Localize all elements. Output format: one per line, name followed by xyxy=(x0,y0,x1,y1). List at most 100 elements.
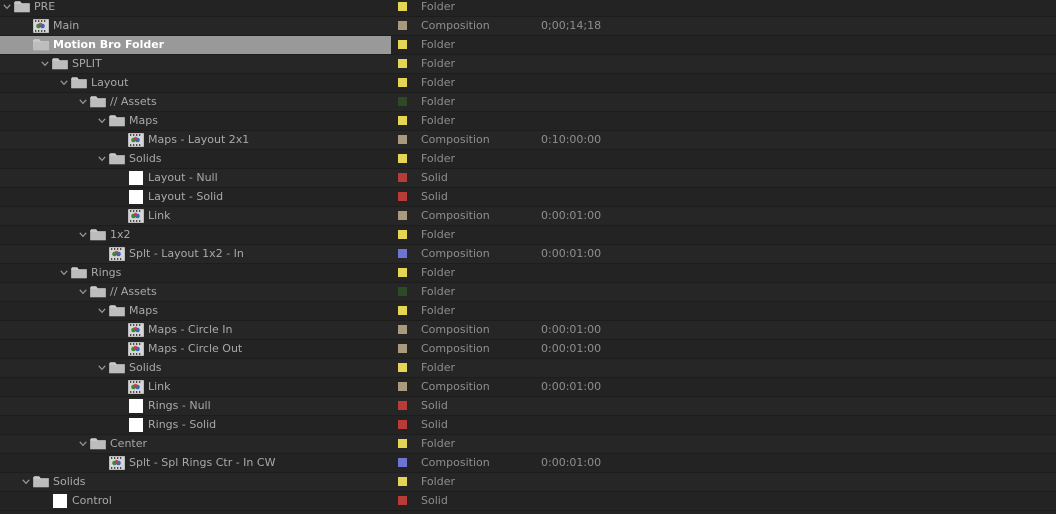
item-name: Layout - Solid xyxy=(148,190,224,203)
label-color-swatch[interactable] xyxy=(398,363,407,372)
project-item-row[interactable]: Solids Folder xyxy=(0,150,1056,169)
label-color-swatch[interactable] xyxy=(398,154,407,163)
chevron-down-icon[interactable] xyxy=(1,0,13,14)
label-color-swatch[interactable] xyxy=(398,40,407,49)
label-color-swatch[interactable] xyxy=(398,306,407,315)
item-type: Composition xyxy=(421,456,490,469)
chevron-down-icon[interactable] xyxy=(77,285,89,299)
label-color-swatch[interactable] xyxy=(398,2,407,11)
name-cell[interactable] xyxy=(0,150,391,168)
chevron-down-icon[interactable] xyxy=(58,266,70,280)
item-duration: 0:00:01:00 xyxy=(541,323,602,336)
project-item-row[interactable]: Maps - Circle Out Composition 0:00:01:00 xyxy=(0,340,1056,359)
project-item-row[interactable]: Link Composition 0:00:01:00 xyxy=(0,378,1056,397)
folder-icon xyxy=(109,114,125,128)
label-color-swatch[interactable] xyxy=(398,268,407,277)
project-item-row[interactable]: Maps Folder xyxy=(0,302,1056,321)
project-item-row[interactable]: Maps - Circle In Composition 0:00:01:00 xyxy=(0,321,1056,340)
label-color-swatch[interactable] xyxy=(398,78,407,87)
project-item-row[interactable]: Maps - Layout 2x1 Composition 0:10:00:00 xyxy=(0,131,1056,150)
project-item-row[interactable]: Solids Folder xyxy=(0,473,1056,492)
label-color-swatch[interactable] xyxy=(398,496,407,505)
project-item-row[interactable]: Maps Folder xyxy=(0,112,1056,131)
label-color-swatch[interactable] xyxy=(398,135,407,144)
label-color-swatch[interactable] xyxy=(398,173,407,182)
item-duration: 0:10:00:00 xyxy=(541,133,602,146)
label-color-swatch[interactable] xyxy=(398,420,407,429)
item-type: Folder xyxy=(421,266,455,279)
name-cell[interactable] xyxy=(0,93,391,111)
solid-icon xyxy=(129,190,143,204)
folder-icon xyxy=(71,266,87,280)
label-color-swatch[interactable] xyxy=(398,116,407,125)
project-item-row[interactable]: Rings - Null Solid xyxy=(0,397,1056,416)
name-cell[interactable] xyxy=(0,378,391,396)
chevron-down-icon[interactable] xyxy=(77,437,89,451)
chevron-down-icon[interactable] xyxy=(96,114,108,128)
project-item-row[interactable]: Link Composition 0:00:01:00 xyxy=(0,207,1056,226)
chevron-down-icon[interactable] xyxy=(77,95,89,109)
label-color-swatch[interactable] xyxy=(398,458,407,467)
chevron-down-icon[interactable] xyxy=(39,57,51,71)
name-cell[interactable] xyxy=(0,207,391,225)
project-item-row[interactable]: Control Solid xyxy=(0,492,1056,511)
label-color-swatch[interactable] xyxy=(398,344,407,353)
label-color-swatch[interactable] xyxy=(398,211,407,220)
item-name: Link xyxy=(148,209,171,222)
composition-icon xyxy=(33,19,49,33)
chevron-down-icon[interactable] xyxy=(20,38,32,52)
name-cell[interactable] xyxy=(0,302,391,320)
project-item-row[interactable]: Motion Bro Folder Folder xyxy=(0,36,1056,55)
project-item-row[interactable]: Layout - Null Solid xyxy=(0,169,1056,188)
item-name: Link xyxy=(148,380,171,393)
name-cell[interactable] xyxy=(0,0,391,16)
item-name: Splt - Spl Rings Ctr - In CW xyxy=(129,456,276,469)
label-color-swatch[interactable] xyxy=(398,325,407,334)
label-color-swatch[interactable] xyxy=(398,249,407,258)
label-color-swatch[interactable] xyxy=(398,439,407,448)
item-name: Maps - Circle In xyxy=(148,323,233,336)
chevron-down-icon[interactable] xyxy=(96,304,108,318)
project-item-row[interactable]: Layout - Solid Solid xyxy=(0,188,1056,207)
folder-icon xyxy=(90,437,106,451)
item-name: // Assets xyxy=(110,95,157,108)
project-item-row[interactable]: Splt - Layout 1x2 - In Composition 0:00:01… xyxy=(0,245,1056,264)
label-color-swatch[interactable] xyxy=(398,230,407,239)
name-cell[interactable] xyxy=(0,283,391,301)
label-color-swatch[interactable] xyxy=(398,477,407,486)
project-item-row[interactable]: Splt - Spl Rings Ctr - In CW Composition 0… xyxy=(0,454,1056,473)
name-cell[interactable] xyxy=(0,226,391,244)
label-color-swatch[interactable] xyxy=(398,287,407,296)
label-color-swatch[interactable] xyxy=(398,401,407,410)
chevron-down-icon[interactable] xyxy=(20,475,32,489)
composition-icon xyxy=(109,456,125,470)
chevron-down-icon[interactable] xyxy=(96,152,108,166)
project-item-row[interactable]: Solids Folder xyxy=(0,359,1056,378)
label-color-swatch[interactable] xyxy=(398,59,407,68)
solid-icon xyxy=(53,494,67,508)
item-type: Folder xyxy=(421,228,455,241)
chevron-down-icon[interactable] xyxy=(58,76,70,90)
project-item-row[interactable]: Rings Folder xyxy=(0,264,1056,283)
name-cell[interactable] xyxy=(0,359,391,377)
item-name: Solids xyxy=(129,152,162,165)
label-color-swatch[interactable] xyxy=(398,21,407,30)
project-item-row[interactable]: Layout Folder xyxy=(0,74,1056,93)
project-item-row[interactable]: 1x2 Folder xyxy=(0,226,1056,245)
item-name: SPLIT xyxy=(72,57,102,70)
project-item-row[interactable]: SPLIT Folder xyxy=(0,55,1056,74)
label-color-swatch[interactable] xyxy=(398,382,407,391)
project-item-row[interactable]: Center Folder xyxy=(0,435,1056,454)
item-duration: 0:00:01:00 xyxy=(541,247,602,260)
name-cell[interactable] xyxy=(0,112,391,130)
project-item-row[interactable]: Rings - Solid Solid xyxy=(0,416,1056,435)
label-color-swatch[interactable] xyxy=(398,192,407,201)
label-color-swatch[interactable] xyxy=(398,97,407,106)
project-item-row[interactable]: // Assets Folder xyxy=(0,93,1056,112)
project-item-row[interactable]: PRE Folder xyxy=(0,0,1056,17)
project-item-row[interactable]: Main Composition 0;00;14;18 xyxy=(0,17,1056,36)
chevron-down-icon[interactable] xyxy=(77,228,89,242)
chevron-down-icon[interactable] xyxy=(96,361,108,375)
project-item-row[interactable]: // Assets Folder xyxy=(0,283,1056,302)
name-cell[interactable] xyxy=(0,435,391,453)
